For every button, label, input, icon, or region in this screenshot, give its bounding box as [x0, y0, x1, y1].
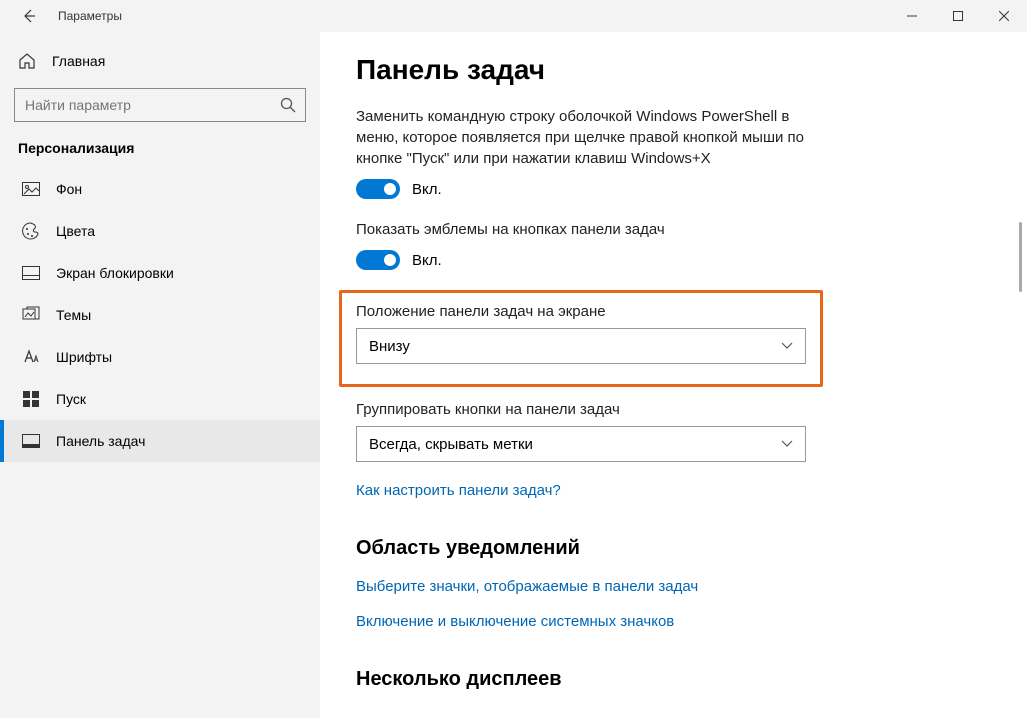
themes-icon — [22, 306, 40, 324]
minimize-button[interactable] — [889, 0, 935, 32]
sidebar-item-label: Панель задач — [56, 433, 145, 449]
maximize-button[interactable] — [935, 0, 981, 32]
sidebar-item-label: Цвета — [56, 223, 95, 239]
chevron-down-icon — [781, 440, 793, 448]
toggle-badges-state: Вкл. — [412, 252, 442, 269]
dropdown-grouping-value: Всегда, скрывать метки — [369, 436, 533, 453]
sidebar-section-label: Персонализация — [0, 134, 320, 168]
sidebar-item-label: Пуск — [56, 391, 86, 407]
sidebar-item-lockscreen[interactable]: Экран блокировки — [0, 252, 320, 294]
sidebar-item-label: Фон — [56, 181, 82, 197]
setting-powershell-desc: Заменить командную строку оболочкой Wind… — [356, 106, 806, 169]
setting-badges-desc: Показать эмблемы на кнопках панели задач — [356, 219, 806, 240]
toggle-powershell-state: Вкл. — [412, 181, 442, 198]
sidebar-item-label: Темы — [56, 307, 91, 323]
sidebar-item-background[interactable]: Фон — [0, 168, 320, 210]
dropdown-position-value: Внизу — [369, 338, 410, 355]
sidebar-item-label: Шрифты — [56, 349, 112, 365]
back-button[interactable] — [20, 7, 38, 25]
link-system-icons[interactable]: Включение и выключение системных значков — [356, 613, 674, 630]
maximize-icon — [953, 11, 963, 21]
toggle-badges[interactable] — [356, 250, 400, 270]
section-multiple-displays: Несколько дисплеев — [356, 668, 987, 691]
window-title: Параметры — [58, 9, 122, 23]
taskbar-icon — [22, 432, 40, 450]
link-select-icons[interactable]: Выберите значки, отображаемые в панели з… — [356, 578, 698, 595]
palette-icon — [22, 222, 40, 240]
sidebar-item-label: Экран блокировки — [56, 265, 174, 281]
scrollbar-thumb[interactable] — [1019, 222, 1022, 292]
sidebar: Главная Персонализация Фон — [0, 32, 320, 718]
link-help-taskbar[interactable]: Как настроить панели задач? — [356, 482, 561, 499]
toggle-powershell[interactable] — [356, 179, 400, 199]
dropdown-position[interactable]: Внизу — [356, 328, 806, 364]
dropdown-grouping[interactable]: Всегда, скрывать метки — [356, 426, 806, 462]
search-icon — [280, 97, 296, 113]
picture-icon — [22, 180, 40, 198]
grouping-label: Группировать кнопки на панели задач — [356, 401, 987, 418]
sidebar-home-label: Главная — [52, 53, 105, 69]
sidebar-item-taskbar[interactable]: Панель задач — [0, 420, 320, 462]
arrow-left-icon — [21, 8, 37, 24]
content-area: Панель задач Заменить командную строку о… — [320, 32, 1027, 718]
start-icon — [22, 390, 40, 408]
titlebar: Параметры — [0, 0, 1027, 32]
search-box[interactable] — [14, 88, 306, 122]
sidebar-item-fonts[interactable]: Шрифты — [0, 336, 320, 378]
scrollbar[interactable] — [1013, 32, 1027, 718]
window-controls — [889, 0, 1027, 32]
fonts-icon — [22, 348, 40, 366]
sidebar-item-themes[interactable]: Темы — [0, 294, 320, 336]
sidebar-home[interactable]: Главная — [0, 42, 320, 80]
sidebar-item-start[interactable]: Пуск — [0, 378, 320, 420]
home-icon — [18, 52, 36, 70]
highlight-box: Положение панели задач на экране Внизу — [339, 290, 823, 387]
sidebar-nav: Фон Цвета Экран блокировки — [0, 168, 320, 462]
close-icon — [999, 11, 1009, 21]
lockscreen-icon — [22, 264, 40, 282]
sidebar-item-colors[interactable]: Цвета — [0, 210, 320, 252]
close-button[interactable] — [981, 0, 1027, 32]
page-title: Панель задач — [356, 54, 987, 86]
minimize-icon — [907, 11, 917, 21]
section-notification-area: Область уведомлений — [356, 537, 987, 560]
search-input[interactable] — [14, 88, 306, 122]
position-label: Положение панели задач на экране — [356, 303, 806, 320]
chevron-down-icon — [781, 342, 793, 350]
